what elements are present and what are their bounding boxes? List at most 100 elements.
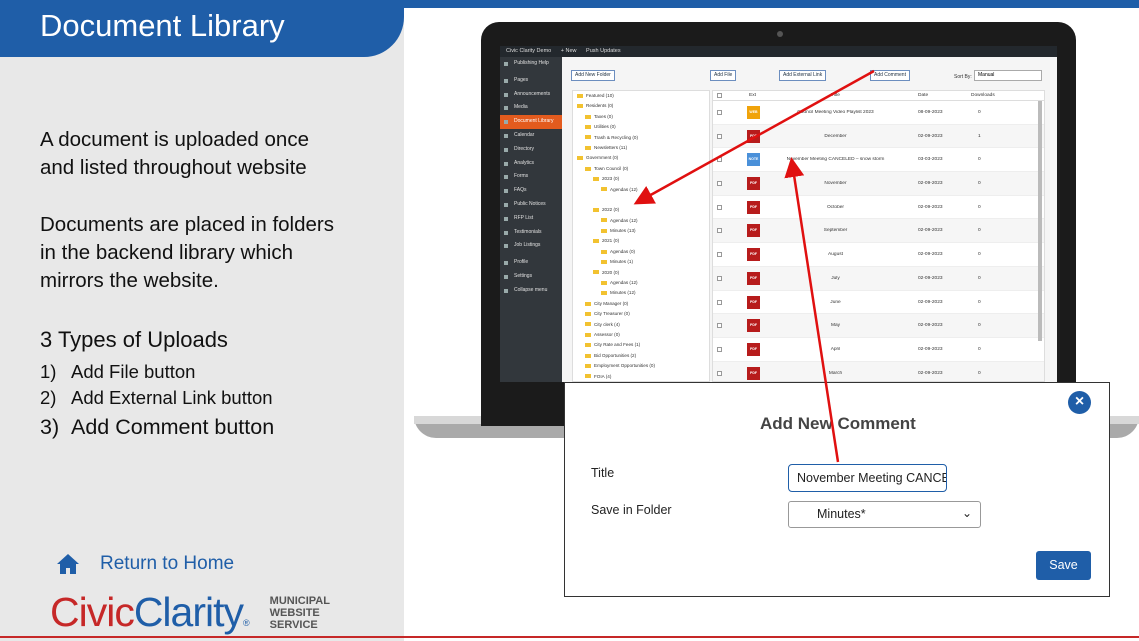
folder-tree-item[interactable]: Utilities (0) [573,122,709,132]
sidebar-item[interactable]: Forms [500,170,562,184]
row-checkbox[interactable] [717,299,722,305]
row-checkbox[interactable] [717,204,722,210]
sidebar-item[interactable]: Job Listings [500,239,562,253]
sidebar-item[interactable]: Testimonials [500,226,562,240]
folder-tree-item[interactable]: Residents (0) [573,101,709,111]
folder-tree-item[interactable]: 2020 (0) [573,268,709,278]
folder-icon [601,280,607,285]
folder-tree-item[interactable]: 2023 (0) [573,174,709,184]
save-button[interactable]: Save [1036,551,1091,580]
add-comment-button[interactable]: Add Comment [870,70,910,81]
folder-tree-item[interactable]: Town Council (0) [573,164,709,174]
table-row[interactable]: PDF June 02-09-2023 0 [713,291,1044,315]
row-checkbox[interactable] [717,157,722,163]
row-checkbox[interactable] [717,110,722,115]
table-row[interactable]: PDF May 02-09-2023 0 [713,314,1044,338]
sidebar-item[interactable]: Directory [500,143,562,157]
sidebar-item[interactable]: Calendar [500,129,562,143]
site-name-link[interactable]: Civic Clarity Demo [506,48,551,54]
file-type-icon: PDF [747,295,760,309]
table-row[interactable]: PDF April 02-09-2023 0 [713,338,1044,362]
folder-tree-item[interactable]: Minutes (13) [573,226,709,236]
folder-tree-item[interactable]: Assessor (0) [573,330,709,340]
folder-icon [585,353,591,358]
sidebar-item[interactable]: Analytics [500,157,562,171]
new-link[interactable]: + New [561,48,577,54]
sidebar-item[interactable]: RFP List [500,212,562,226]
row-checkbox[interactable] [717,370,722,376]
table-row[interactable]: NOTE November Meeting CANCELED – snow sto… [713,148,1044,173]
table-row[interactable]: PDF July 02-09-2023 0 [713,266,1044,291]
folder-tree-item[interactable]: Employment Opportunities (0) [573,361,709,371]
row-checkbox[interactable] [717,228,722,234]
return-home-link[interactable]: Return to Home [56,553,234,575]
select-all-checkbox[interactable] [717,93,722,98]
folder-tree-item[interactable]: Agendas (0) [573,247,709,257]
folder-tree-item[interactable]: Featured (10) [573,91,709,101]
row-checkbox[interactable] [717,181,722,187]
folder-icon [593,270,599,275]
sidebar-item[interactable]: Collapse menu [500,284,562,298]
folder-tree-item[interactable]: Newsletters (11) [573,143,709,153]
table-row[interactable]: PDF August 02-09-2023 0 [713,243,1044,267]
sidebar-item[interactable]: Publishing Help [500,57,562,71]
upload-type-item: 1) Add File button [40,361,196,382]
folder-tree-item[interactable]: City Manager (0) [573,299,709,309]
folder-tree-item[interactable]: Taxes (0) [573,112,709,122]
folder-tree-item[interactable]: 2022 (0) [573,205,709,215]
folder-tree-item[interactable]: Bid Opportunities (2) [573,351,709,361]
folder-tree-item[interactable]: City clerk (4) [573,320,709,330]
close-icon[interactable]: × [1068,391,1091,414]
table-row[interactable]: PDF November 02-09-2023 0 [713,172,1044,196]
folder-select[interactable]: Minutes* ⌄ [788,501,981,528]
file-type-icon: NOTE [747,153,760,167]
folder-tree-item[interactable]: City Rate and Fees (1) [573,340,709,350]
folder-tree-item[interactable]: FOIA (4) [573,372,709,381]
table-scrollbar[interactable] [1038,101,1042,341]
add-external-link-button[interactable]: Add External Link [779,70,827,81]
folder-icon [585,363,591,368]
table-row[interactable]: PDF December 02-09-2023 1 [713,124,1044,149]
sidebar-item[interactable]: Public Notices [500,198,562,212]
folder-tree-item[interactable]: Government (0) [573,153,709,163]
folder-tree-item[interactable]: Minutes (12) [573,288,709,298]
folder-icon [577,156,583,161]
folder-tree-item[interactable]: Agendas (12) [573,278,709,288]
folder-tree-item[interactable]: Trash & Recycling (0) [573,133,709,143]
folder-icon [601,228,607,233]
sidebar-item[interactable]: Profile [500,256,562,270]
row-checkbox[interactable] [717,275,722,281]
row-date: 02-09-2023 [918,275,943,281]
upload-type-item: 3) Add Comment button [40,415,275,439]
table-row[interactable]: WEB Council Meeting Video Playlist 2023 08… [713,101,1044,125]
row-checkbox[interactable] [717,133,722,139]
add-comment-dialog: Add New Comment × Title November Meeting… [564,382,1110,597]
row-title: Council Meeting Video Playlist 2023 [797,110,874,115]
sort-select[interactable]: Manual [974,70,1042,81]
row-checkbox[interactable] [717,346,722,352]
table-row[interactable]: PDF September 02-09-2023 0 [713,219,1044,244]
sidebar-item[interactable]: Pages [500,74,562,88]
row-checkbox[interactable] [717,323,722,329]
row-checkbox[interactable] [717,252,722,258]
folder-tree-item[interactable]: Agendas (12) [573,216,709,226]
sidebar-item[interactable]: Media [500,101,562,115]
folder-tree-item[interactable]: 2021 (0) [573,236,709,246]
return-home-label[interactable]: Return to Home [100,553,234,575]
sidebar-item[interactable]: Document Library [500,115,562,129]
sidebar-item[interactable]: FAQs [500,184,562,198]
sidebar-item[interactable]: Settings [500,270,562,284]
title-input[interactable]: November Meeting CANCELED – snow storm [788,464,947,492]
page-title: Document Library [40,8,285,43]
sidebar-item[interactable]: Announcements [500,88,562,102]
row-title: June [830,299,841,305]
add-file-button[interactable]: Add File [710,70,737,81]
folder-tree-item[interactable]: Minutes (1) [573,257,709,267]
table-row[interactable]: PDF October 02-09-2023 0 [713,196,1044,220]
row-title: November [824,181,847,187]
folder-tree-item[interactable]: City Treasurer (0) [573,309,709,319]
table-row[interactable]: PDF March 02-09-2023 0 [713,361,1044,381]
folder-tree-item[interactable]: Agendas (12) [573,185,709,195]
push-updates-link[interactable]: Push Updates [586,48,621,54]
add-folder-button[interactable]: Add New Folder [571,70,615,81]
